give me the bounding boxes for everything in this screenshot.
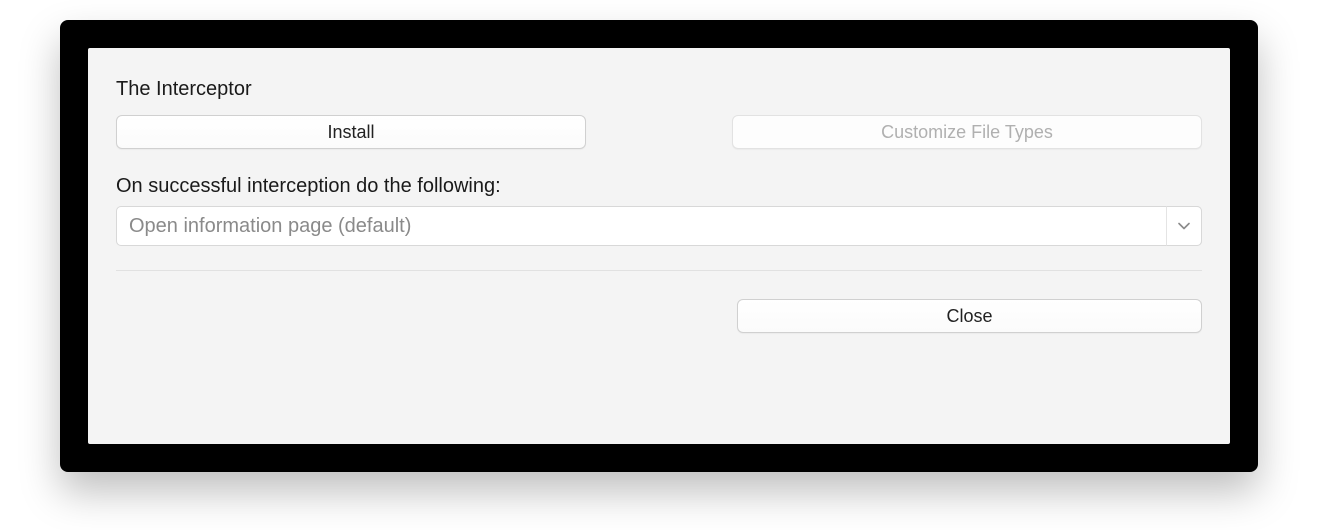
dropdown-toggle[interactable]: [1166, 206, 1202, 246]
chevron-down-icon: [1178, 222, 1190, 230]
footer-row: Close: [116, 299, 1202, 333]
interception-action-selected-value[interactable]: Open information page (default): [116, 206, 1202, 246]
interception-prompt-label: On successful interception do the follow…: [116, 175, 1202, 198]
interception-action-select[interactable]: Open information page (default): [116, 206, 1202, 246]
button-row-top: Install Customize File Types: [116, 115, 1202, 149]
divider: [116, 270, 1202, 271]
dialog-window: The Interceptor Install Customize File T…: [60, 20, 1258, 472]
customize-file-types-button: Customize File Types: [732, 115, 1202, 149]
section-title: The Interceptor: [116, 78, 1202, 101]
dialog-panel: The Interceptor Install Customize File T…: [88, 48, 1230, 444]
install-button[interactable]: Install: [116, 115, 586, 149]
close-button[interactable]: Close: [737, 299, 1202, 333]
